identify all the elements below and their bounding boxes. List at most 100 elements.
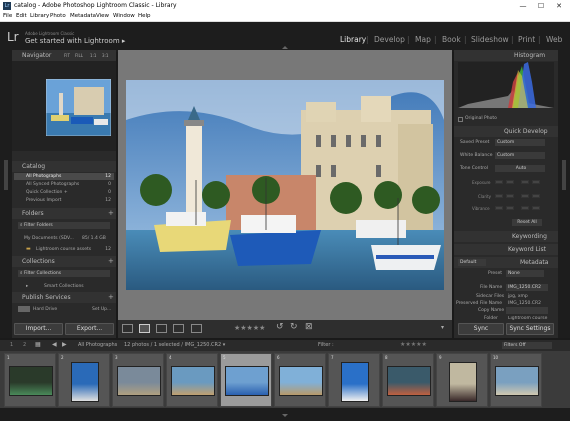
clarity-down-big[interactable]	[495, 194, 503, 198]
menu-metadata[interactable]: Metadata	[70, 13, 96, 19]
filmstrip-thumbnail[interactable]: 5	[220, 353, 272, 407]
histogram-header[interactable]: Histogram	[454, 50, 558, 61]
menu-library[interactable]: Library	[30, 13, 49, 19]
copy-name-field[interactable]	[506, 307, 548, 314]
histogram-graph[interactable]	[458, 62, 554, 108]
right-panel-toggle[interactable]	[562, 160, 566, 190]
filmstrip-thumbnail[interactable]: 6	[274, 353, 326, 407]
zoom-1-1[interactable]: 1:1	[90, 53, 96, 58]
menu-window[interactable]: Window	[113, 13, 135, 19]
folder-lightroom-course-assets[interactable]: ▬ Lightroom course assets 12	[14, 246, 114, 253]
filters-dropdown[interactable]: Filters Off	[502, 342, 552, 349]
exposure-up[interactable]	[521, 180, 529, 184]
sync-button[interactable]: Sync	[458, 323, 504, 335]
folder-volume[interactable]: My Documents (SDV... 85/ 1.4 GB	[14, 235, 114, 242]
close-button[interactable]: ✕	[551, 1, 567, 11]
filmstrip-thumbnail[interactable]: 1	[4, 353, 56, 407]
menu-photo[interactable]: Photo	[50, 13, 66, 19]
maximize-button[interactable]: ☐	[533, 1, 549, 11]
vibrance-down[interactable]	[506, 206, 514, 210]
reset-all-button[interactable]: Reset All	[512, 219, 542, 226]
filmstrip-thumbnail[interactable]: 4	[166, 353, 218, 407]
module-book[interactable]: Book	[442, 35, 461, 44]
filmstrip-thumbnail[interactable]: 7	[328, 353, 380, 407]
publish-services-header[interactable]: Publish Services +	[12, 292, 116, 303]
clarity-down[interactable]	[506, 194, 514, 198]
metadata-preset-dropdown[interactable]: None	[506, 270, 544, 277]
module-develop[interactable]: Develop	[374, 35, 405, 44]
exposure-down-big[interactable]	[495, 180, 503, 184]
catalog-item-all-photographs[interactable]: All Photographs 12	[14, 173, 114, 180]
module-web[interactable]: Web	[546, 35, 562, 44]
main-photo[interactable]	[126, 80, 444, 290]
filter-stars[interactable]: ★★★★★	[400, 341, 427, 348]
saved-preset-dropdown[interactable]: Custom	[495, 139, 545, 146]
quick-develop-header[interactable]: Quick Develop	[454, 126, 558, 137]
exposure-down[interactable]	[506, 180, 514, 184]
vibrance-down-big[interactable]	[495, 206, 503, 210]
minimize-button[interactable]: —	[515, 1, 531, 11]
add-collection-icon[interactable]: +	[108, 257, 114, 265]
compare-view-icon[interactable]	[156, 324, 167, 333]
forward-arrow-icon[interactable]: ▶	[62, 341, 67, 348]
import-button[interactable]: Import...	[14, 323, 63, 335]
vibrance-up-big[interactable]	[532, 206, 540, 210]
folders-header[interactable]: Folders +	[12, 208, 116, 219]
metadata-set-dropdown[interactable]: Default	[458, 259, 486, 266]
rating-stars[interactable]: ★★★★★	[234, 324, 265, 332]
survey-view-icon[interactable]	[173, 324, 184, 333]
add-folder-icon[interactable]: +	[108, 209, 114, 217]
zoom-fit[interactable]: FIT	[64, 53, 70, 58]
grid-icon[interactable]: ▦	[35, 341, 41, 348]
vibrance-up[interactable]	[521, 206, 529, 210]
painter-icon[interactable]: ⊠	[305, 322, 313, 332]
publish-hard-drive[interactable]: Hard Drive Set Up...	[14, 306, 114, 313]
back-arrow-icon[interactable]: ◀	[52, 341, 57, 348]
filmstrip-thumbnail[interactable]: 3	[112, 353, 164, 407]
catalog-item-quick-collection[interactable]: Quick Collection + 0	[14, 189, 114, 196]
module-print[interactable]: Print	[518, 35, 535, 44]
left-panel-toggle[interactable]	[4, 160, 8, 190]
page-1[interactable]: 1	[10, 342, 13, 348]
filmstrip-thumbnail[interactable]: 2	[58, 353, 110, 407]
selection-status[interactable]: 12 photos / 1 selected / IMG_1250.CR2 ▾	[124, 342, 225, 348]
toolbar-menu-icon[interactable]: ▾	[441, 324, 444, 331]
module-library[interactable]: Library	[340, 35, 366, 44]
keyword-list-header[interactable]: Keyword List	[454, 244, 558, 255]
zoom-fill[interactable]: FILL	[75, 53, 83, 58]
keywording-header[interactable]: Keywording	[454, 231, 558, 242]
white-balance-dropdown[interactable]: Custom	[495, 152, 545, 159]
menu-view[interactable]: View	[96, 13, 109, 19]
sync-settings-button[interactable]: Sync Settings	[506, 323, 554, 335]
filter-folders-input[interactable]: ⌕ Filter Folders	[18, 222, 110, 229]
module-map[interactable]: Map	[415, 35, 431, 44]
people-view-icon[interactable]	[191, 324, 202, 333]
page-2[interactable]: 2	[23, 342, 26, 348]
file-name-field[interactable]: IMG_1250.CR2	[506, 284, 548, 291]
rotate-left-icon[interactable]: ↺	[276, 322, 284, 332]
zoom-3-1[interactable]: 3:1	[102, 53, 108, 58]
catalog-header[interactable]: Catalog	[12, 161, 116, 172]
clarity-up-big[interactable]	[532, 194, 540, 198]
navigator-header[interactable]: Navigator FIT FILL 1:1 3:1	[12, 50, 116, 61]
navigator-preview[interactable]	[46, 79, 111, 136]
original-photo-checkbox[interactable]	[458, 117, 463, 122]
rotate-right-icon[interactable]: ↻	[290, 322, 298, 332]
loupe-view-icon[interactable]	[139, 324, 150, 333]
auto-tone-button[interactable]: Auto	[495, 165, 545, 172]
export-button[interactable]: Export...	[65, 323, 114, 335]
clarity-up[interactable]	[521, 194, 529, 198]
collapse-top-panel-icon[interactable]	[282, 46, 288, 49]
filmstrip-thumbnail[interactable]: 9	[436, 353, 488, 407]
filter-collections-input[interactable]: ⌕ Filter Collections	[18, 270, 110, 277]
metadata-header[interactable]: Default Metadata	[454, 257, 558, 268]
exposure-up-big[interactable]	[532, 180, 540, 184]
grid-view-icon[interactable]	[122, 324, 133, 333]
filmstrip-thumbnail[interactable]: 10	[490, 353, 542, 407]
menu-edit[interactable]: Edit	[16, 13, 27, 19]
menu-help[interactable]: Help	[138, 13, 151, 19]
filmstrip-thumbnail[interactable]: 8	[382, 353, 434, 407]
get-started-link[interactable]: Get started with Lightroom ▸	[25, 37, 125, 45]
source-label[interactable]: All Photographs	[78, 342, 117, 348]
catalog-item-synced[interactable]: All Synced Photographs 0	[14, 181, 114, 188]
